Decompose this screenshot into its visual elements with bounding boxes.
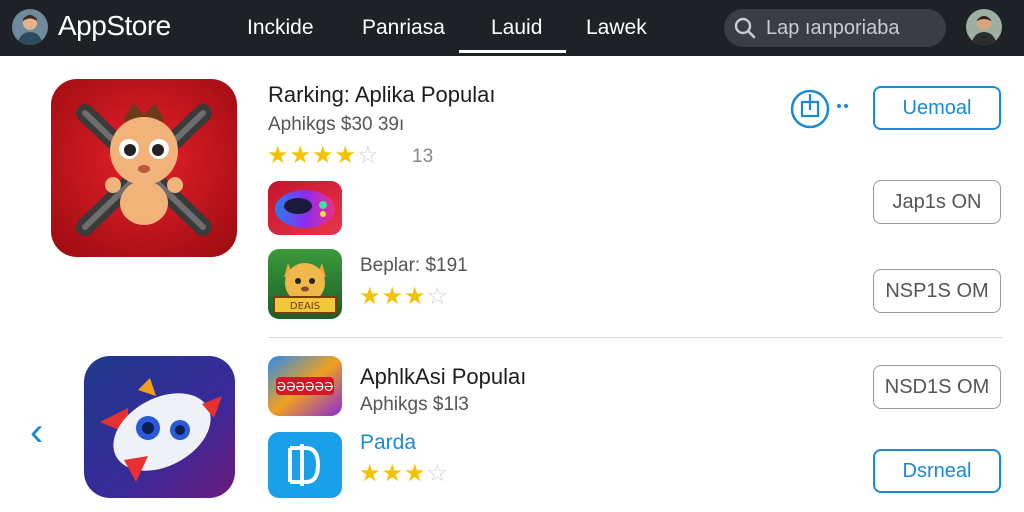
share-icon[interactable] — [789, 88, 851, 135]
gamepad-app-icon[interactable] — [268, 181, 342, 235]
section-divider — [268, 337, 1002, 338]
tab-lawek[interactable]: Lawek — [586, 16, 647, 40]
tab-inckide[interactable]: Inckide — [247, 16, 314, 40]
second-app-title: AphlkAsi Populaı — [360, 364, 527, 389]
brand-avatar-icon[interactable] — [12, 9, 48, 45]
featured-app-title: Rarking: Aplika Populaı — [268, 82, 496, 107]
cat-game-app-icon[interactable]: DEAIS — [268, 249, 342, 319]
active-tab-indicator — [459, 50, 566, 53]
brand-title: AppStore — [58, 10, 171, 41]
featured-rating-stars: ★★★★☆ — [267, 142, 380, 169]
second-app-subtitle: Aphikgs $1Ɩ3 — [360, 394, 469, 415]
app-store-page: AppStore Inckide Panriasa Lauid Lawek La… — [0, 0, 1024, 512]
profile-avatar-icon[interactable] — [966, 9, 1002, 45]
featured-rating-count: 13 — [412, 146, 434, 167]
parda-rating-stars: ★★★☆ — [359, 460, 450, 487]
parda-app-label[interactable]: Parda — [360, 431, 416, 455]
list-item-button[interactable]: NSP1S OM — [873, 269, 1001, 313]
featured-app-icon[interactable] — [51, 79, 237, 257]
tab-lauid[interactable]: Lauid — [491, 16, 542, 40]
promo-icon-text: ƏƏƏƏƏƏ — [277, 380, 334, 394]
tab-panriasa[interactable]: Panriasa — [362, 16, 445, 40]
featured-secondary-button[interactable]: Jap1s ON — [873, 180, 1001, 224]
svg-text:DEAIS: DEAIS — [290, 301, 320, 312]
search-icon — [734, 17, 756, 44]
list-item-rating-stars: ★★★☆ — [359, 283, 450, 310]
parda-app-icon[interactable] — [268, 432, 342, 498]
rocket-app-icon[interactable] — [84, 356, 235, 498]
parda-download-button[interactable]: Dsrneal — [873, 449, 1001, 493]
top-navigation-bar: AppStore Inckide Panriasa Lauid Lawek La… — [0, 0, 1024, 56]
search-field[interactable]: Lap ıanporiaba — [724, 9, 946, 47]
second-app-button[interactable]: NSD1S OM — [873, 365, 1001, 409]
search-input[interactable]: Lap ıanporiaba — [766, 17, 899, 40]
chevron-left-icon[interactable]: ‹ — [30, 412, 43, 452]
promo-app-icon[interactable]: ƏƏƏƏƏƏ — [268, 356, 342, 416]
list-item-subtitle: Beplar: $191 — [360, 255, 468, 276]
featured-download-button[interactable]: Uemoal — [873, 86, 1001, 130]
featured-app-subtitle: Aphikgs $30 39ı — [268, 114, 405, 135]
